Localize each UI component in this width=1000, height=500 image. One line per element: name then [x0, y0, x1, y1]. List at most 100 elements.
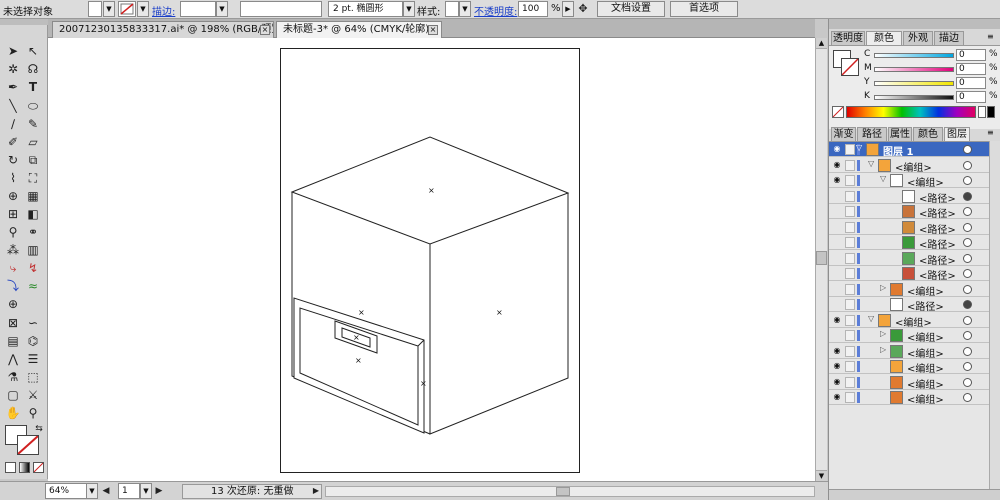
- stroke-weight-dropdown[interactable]: ▼: [216, 1, 228, 17]
- artboard-number-field[interactable]: 1: [118, 483, 140, 499]
- tab-gradient[interactable]: 渐变: [831, 127, 856, 141]
- target-circle-icon[interactable]: [963, 176, 972, 185]
- eyedropper-icon[interactable]: ⚲: [4, 224, 22, 241]
- tab-attributes[interactable]: 属性: [888, 127, 912, 141]
- lock-toggle[interactable]: [845, 283, 855, 295]
- visibility-eye-icon[interactable]: ◉: [832, 377, 842, 386]
- target-circle-icon[interactable]: [963, 145, 972, 154]
- visibility-eye-icon[interactable]: [832, 300, 842, 308]
- layer-row[interactable]: <路径>: [829, 266, 1000, 282]
- visibility-eye-icon[interactable]: [832, 331, 842, 339]
- cyan-value-field[interactable]: 0: [956, 49, 986, 61]
- cyan-slider[interactable]: [874, 53, 954, 58]
- lock-toggle[interactable]: [845, 314, 855, 326]
- brush-dropdown[interactable]: ▼: [403, 1, 415, 17]
- zoom-dropdown[interactable]: ▼: [86, 483, 98, 499]
- crop-icon[interactable]: ▢: [4, 387, 22, 404]
- lock-toggle[interactable]: [845, 175, 855, 186]
- perspective-grid-icon[interactable]: ▦: [24, 188, 42, 205]
- visibility-eye-icon[interactable]: ◉: [832, 346, 842, 355]
- target-circle-icon[interactable]: [963, 253, 972, 263]
- lock-toggle[interactable]: [845, 252, 855, 264]
- live-paint-select-icon[interactable]: ⬚: [24, 369, 42, 386]
- layer-row[interactable]: ◉ ▽ <编组>: [829, 312, 1000, 329]
- status-info[interactable]: 13 次还原: 无重做: [182, 484, 322, 499]
- layer-row[interactable]: <路径>: [829, 235, 1000, 251]
- tab-stroke[interactable]: 描边: [934, 31, 964, 45]
- color-spectrum[interactable]: [846, 106, 976, 118]
- document-canvas[interactable]: × × × × × ×: [48, 38, 815, 481]
- visibility-eye-icon[interactable]: [832, 192, 842, 200]
- visibility-eye-icon[interactable]: [832, 223, 842, 231]
- rotate-tool-icon[interactable]: ↻: [4, 152, 22, 169]
- black-slider[interactable]: [874, 95, 954, 100]
- recolor-icon[interactable]: ✥: [575, 1, 591, 17]
- lock-toggle[interactable]: [845, 144, 855, 155]
- visibility-eye-icon[interactable]: [832, 238, 842, 246]
- stroke-link[interactable]: 描边:: [152, 3, 175, 18]
- layer-row[interactable]: ◉ <编组>: [829, 390, 1000, 406]
- column-graph-icon[interactable]: ▥: [24, 242, 42, 259]
- symbol-sprayer-icon[interactable]: ⁂: [4, 242, 22, 259]
- yellow-slider[interactable]: [874, 81, 954, 86]
- fill-dropdown[interactable]: ▼: [103, 1, 115, 17]
- list-icon[interactable]: ☰: [24, 351, 42, 368]
- target-circle-icon[interactable]: [963, 222, 972, 232]
- ellipse-tool-icon[interactable]: ⬭: [24, 98, 42, 115]
- scallop-tool-icon[interactable]: ⌬: [24, 333, 42, 350]
- white-swatch[interactable]: [978, 106, 986, 118]
- free-transform-icon[interactable]: ⛶: [24, 170, 42, 187]
- layers-panel-menu-icon[interactable]: ≡: [987, 128, 994, 137]
- stroke-dropdown[interactable]: ▼: [137, 1, 149, 17]
- collapse-triangle-icon[interactable]: ▷: [880, 345, 886, 354]
- target-circle-icon[interactable]: [963, 238, 972, 247]
- type-tool-icon[interactable]: T: [24, 79, 42, 96]
- blob-brush-icon[interactable]: ✐: [4, 134, 22, 151]
- selection-tool-icon[interactable]: ➤: [4, 43, 22, 60]
- lasso-icon[interactable]: ☊: [24, 61, 42, 78]
- layer-row[interactable]: ▷ <编组>: [829, 328, 1000, 344]
- vertical-scrollbar[interactable]: ▲ ▼: [815, 38, 827, 481]
- lock-toggle[interactable]: [845, 159, 855, 171]
- line-tool-icon[interactable]: ╲: [4, 98, 22, 115]
- wave-tool-icon[interactable]: ∽: [24, 315, 42, 332]
- layer-row[interactable]: <路径>: [829, 204, 1000, 220]
- slice-tool-icon[interactable]: ↯: [24, 260, 42, 277]
- horizontal-scroll-thumb[interactable]: [556, 487, 570, 496]
- lock-toggle[interactable]: [845, 237, 855, 248]
- target-circle-icon[interactable]: [963, 284, 972, 294]
- visibility-eye-icon[interactable]: ◉: [832, 145, 842, 153]
- visibility-eye-icon[interactable]: ◉: [832, 160, 842, 169]
- gradient-mode-icon[interactable]: [19, 462, 30, 473]
- opacity-link[interactable]: 不透明度:: [474, 3, 517, 18]
- artboard-dropdown[interactable]: ▼: [140, 483, 152, 499]
- target-circle-icon[interactable]: [963, 346, 972, 356]
- tab-pathfinder[interactable]: 路径查: [857, 127, 887, 153]
- layer-row[interactable]: <路径>: [829, 250, 1000, 267]
- lock-toggle[interactable]: [845, 190, 855, 202]
- layers-scrollbar[interactable]: [989, 141, 1000, 489]
- lock-toggle[interactable]: [845, 330, 855, 341]
- expand-triangle-icon[interactable]: ▽: [868, 314, 874, 323]
- paintbrush-icon[interactable]: ∕: [4, 116, 22, 133]
- layer-row[interactable]: ◉ <编组>: [829, 374, 1000, 391]
- black-swatch[interactable]: [987, 106, 995, 118]
- lock-toggle[interactable]: [845, 221, 855, 233]
- pen-tool-icon[interactable]: ✒: [4, 79, 22, 96]
- lock-toggle[interactable]: [845, 299, 855, 310]
- magenta-slider[interactable]: [874, 67, 954, 72]
- color-mode-icon[interactable]: [5, 462, 16, 473]
- collapse-triangle-icon[interactable]: ▷: [880, 283, 886, 292]
- style-dropdown[interactable]: ▼: [459, 1, 471, 17]
- blend-tool-icon[interactable]: ⚭: [24, 224, 42, 241]
- direct-selection-tool-icon[interactable]: ↖: [24, 43, 42, 60]
- target-circle-icon[interactable]: [963, 191, 972, 201]
- layer-row[interactable]: ◉ <编组>: [829, 359, 1000, 375]
- target-circle-icon[interactable]: [963, 393, 972, 402]
- layer-row[interactable]: <路径>: [829, 219, 1000, 236]
- warp-variant-icon[interactable]: ≈: [24, 278, 42, 295]
- lock-toggle[interactable]: [845, 206, 855, 217]
- fill-swatch[interactable]: [88, 1, 102, 17]
- mesh-tool-icon[interactable]: ⊞: [4, 206, 22, 223]
- target-circle-icon[interactable]: [963, 331, 972, 340]
